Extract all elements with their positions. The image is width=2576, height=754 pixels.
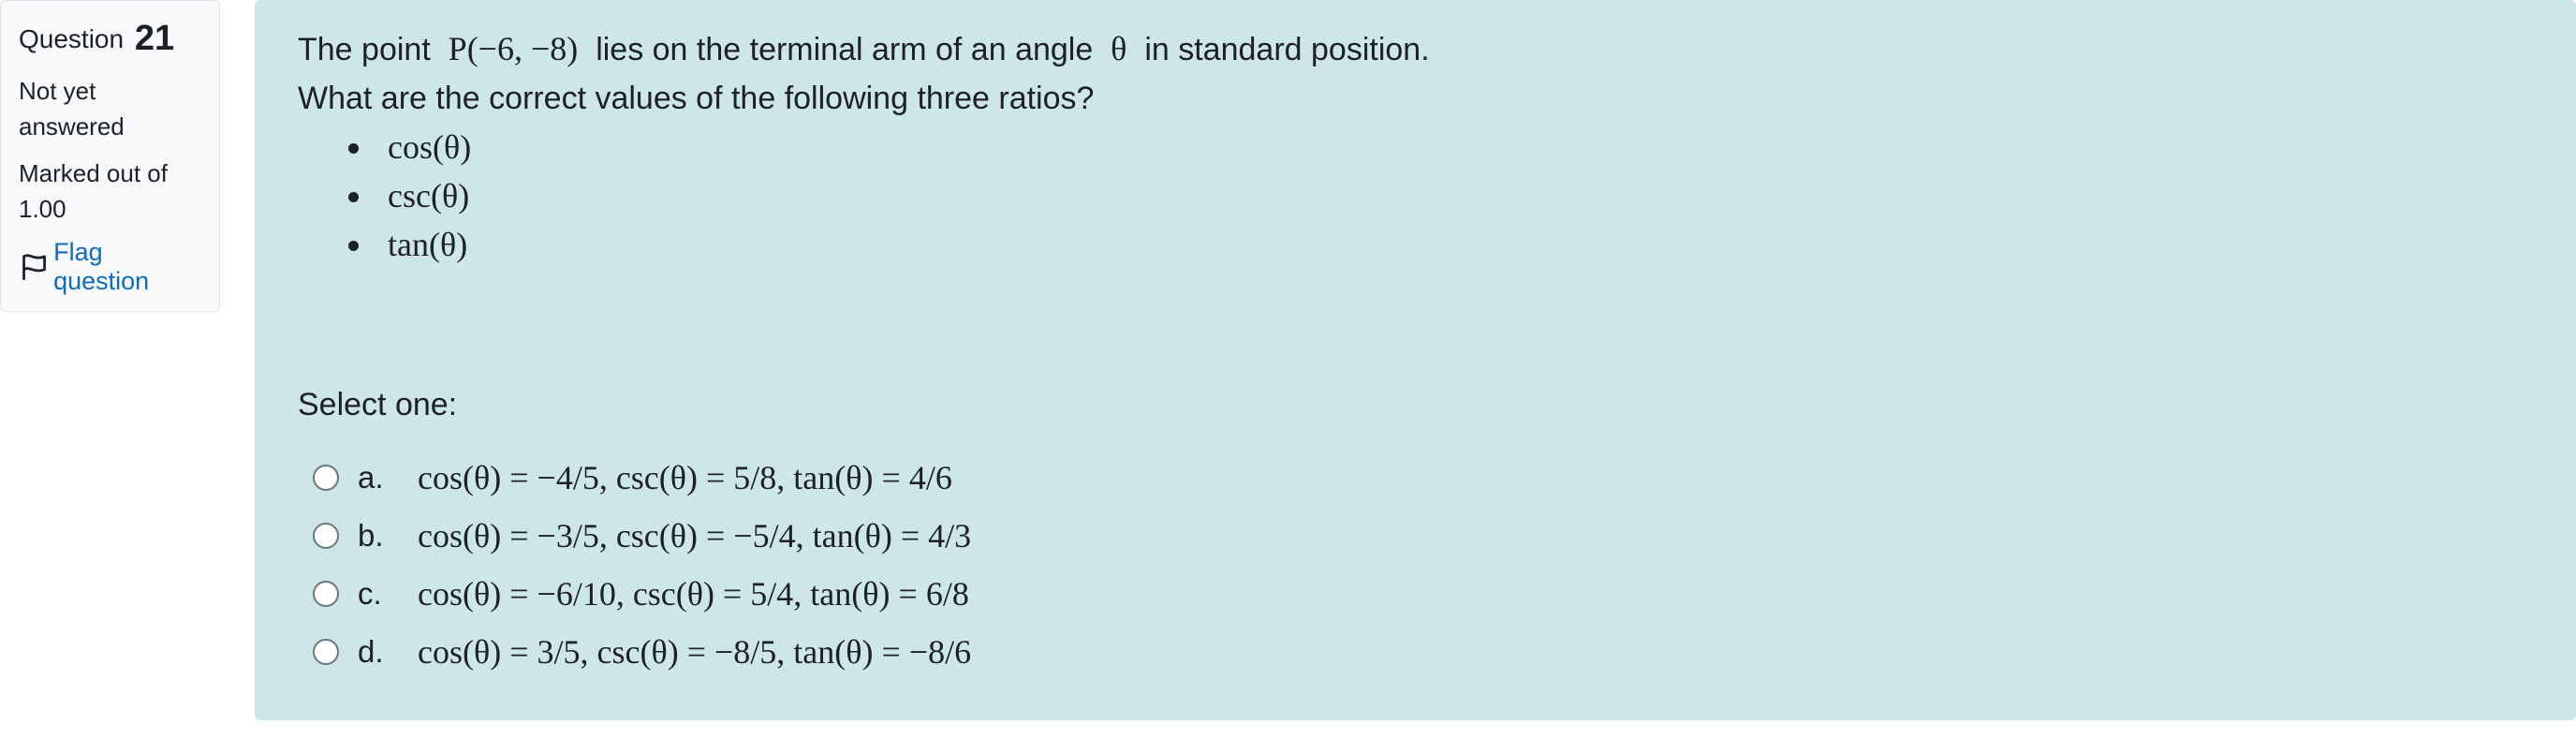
question-info-panel: Question 21 Not yet answered Marked out …	[0, 0, 220, 312]
option-text-d: cos(θ) = 3/5, csc(θ) = −8/5, tan(θ) = −8…	[418, 633, 972, 671]
option-letter-a: a.	[358, 460, 384, 495]
question-number-value: 21	[134, 19, 175, 58]
option-letter-d: d.	[358, 634, 384, 669]
option-text-a: cos(θ) = −4/5, csc(θ) = 5/8, tan(θ) = 4/…	[418, 459, 952, 496]
option-text-b: cos(θ) = −3/5, csc(θ) = −5/4, tan(θ) = 4…	[418, 517, 972, 554]
option-letter-b: b.	[358, 518, 384, 553]
ratio-list: cos(θ) csc(θ) tan(θ)	[298, 123, 2576, 269]
answer-option-a[interactable]: a. cos(θ) = −4/5, csc(θ) = 5/8, tan(θ) =…	[298, 449, 2576, 507]
radio-c[interactable]	[313, 581, 339, 607]
ratio-csc: csc(θ)	[345, 171, 2576, 220]
stem-text-mid: lies on the terminal arm of an angle	[596, 32, 1094, 67]
question-status: Not yet answered	[19, 77, 125, 140]
stem-text-pre: The point	[298, 32, 431, 67]
question-stem: The point P(−6, −8) lies on the terminal…	[298, 24, 2576, 74]
question-number: Question 21	[19, 18, 201, 60]
radio-a[interactable]	[313, 465, 339, 491]
angle-math: θ	[1111, 30, 1127, 67]
answer-option-c[interactable]: c. cos(θ) = −6/10, csc(θ) = 5/4, tan(θ) …	[298, 565, 2576, 623]
question-line-2: What are the correct values of the follo…	[298, 81, 1095, 116]
flag-icon	[22, 254, 46, 280]
answer-option-d[interactable]: d. cos(θ) = 3/5, csc(θ) = −8/5, tan(θ) =…	[298, 623, 2576, 681]
stem-text-post: in standard position.	[1144, 32, 1430, 67]
flag-question-label: Flag question	[53, 238, 150, 295]
ratio-cos: cos(θ)	[345, 123, 2576, 171]
option-text-c: cos(θ) = −6/10, csc(θ) = 5/4, tan(θ) = 6…	[418, 575, 969, 613]
select-prompt: Select one:	[298, 387, 458, 422]
flag-question-link[interactable]: Flag question	[19, 238, 201, 296]
point-math: P(−6, −8)	[448, 30, 579, 67]
option-letter-c: c.	[358, 576, 382, 611]
ratio-tan: tan(θ)	[345, 220, 2576, 269]
radio-b[interactable]	[313, 523, 339, 549]
question-grade: Marked out of 1.00	[19, 159, 168, 223]
question-content: The point P(−6, −8) lies on the terminal…	[255, 0, 2576, 720]
answer-options: a. cos(θ) = −4/5, csc(θ) = 5/8, tan(θ) =…	[298, 449, 2576, 681]
radio-d[interactable]	[313, 639, 339, 665]
answer-option-b[interactable]: b. cos(θ) = −3/5, csc(θ) = −5/4, tan(θ) …	[298, 507, 2576, 565]
question-label: Question	[19, 24, 125, 53]
